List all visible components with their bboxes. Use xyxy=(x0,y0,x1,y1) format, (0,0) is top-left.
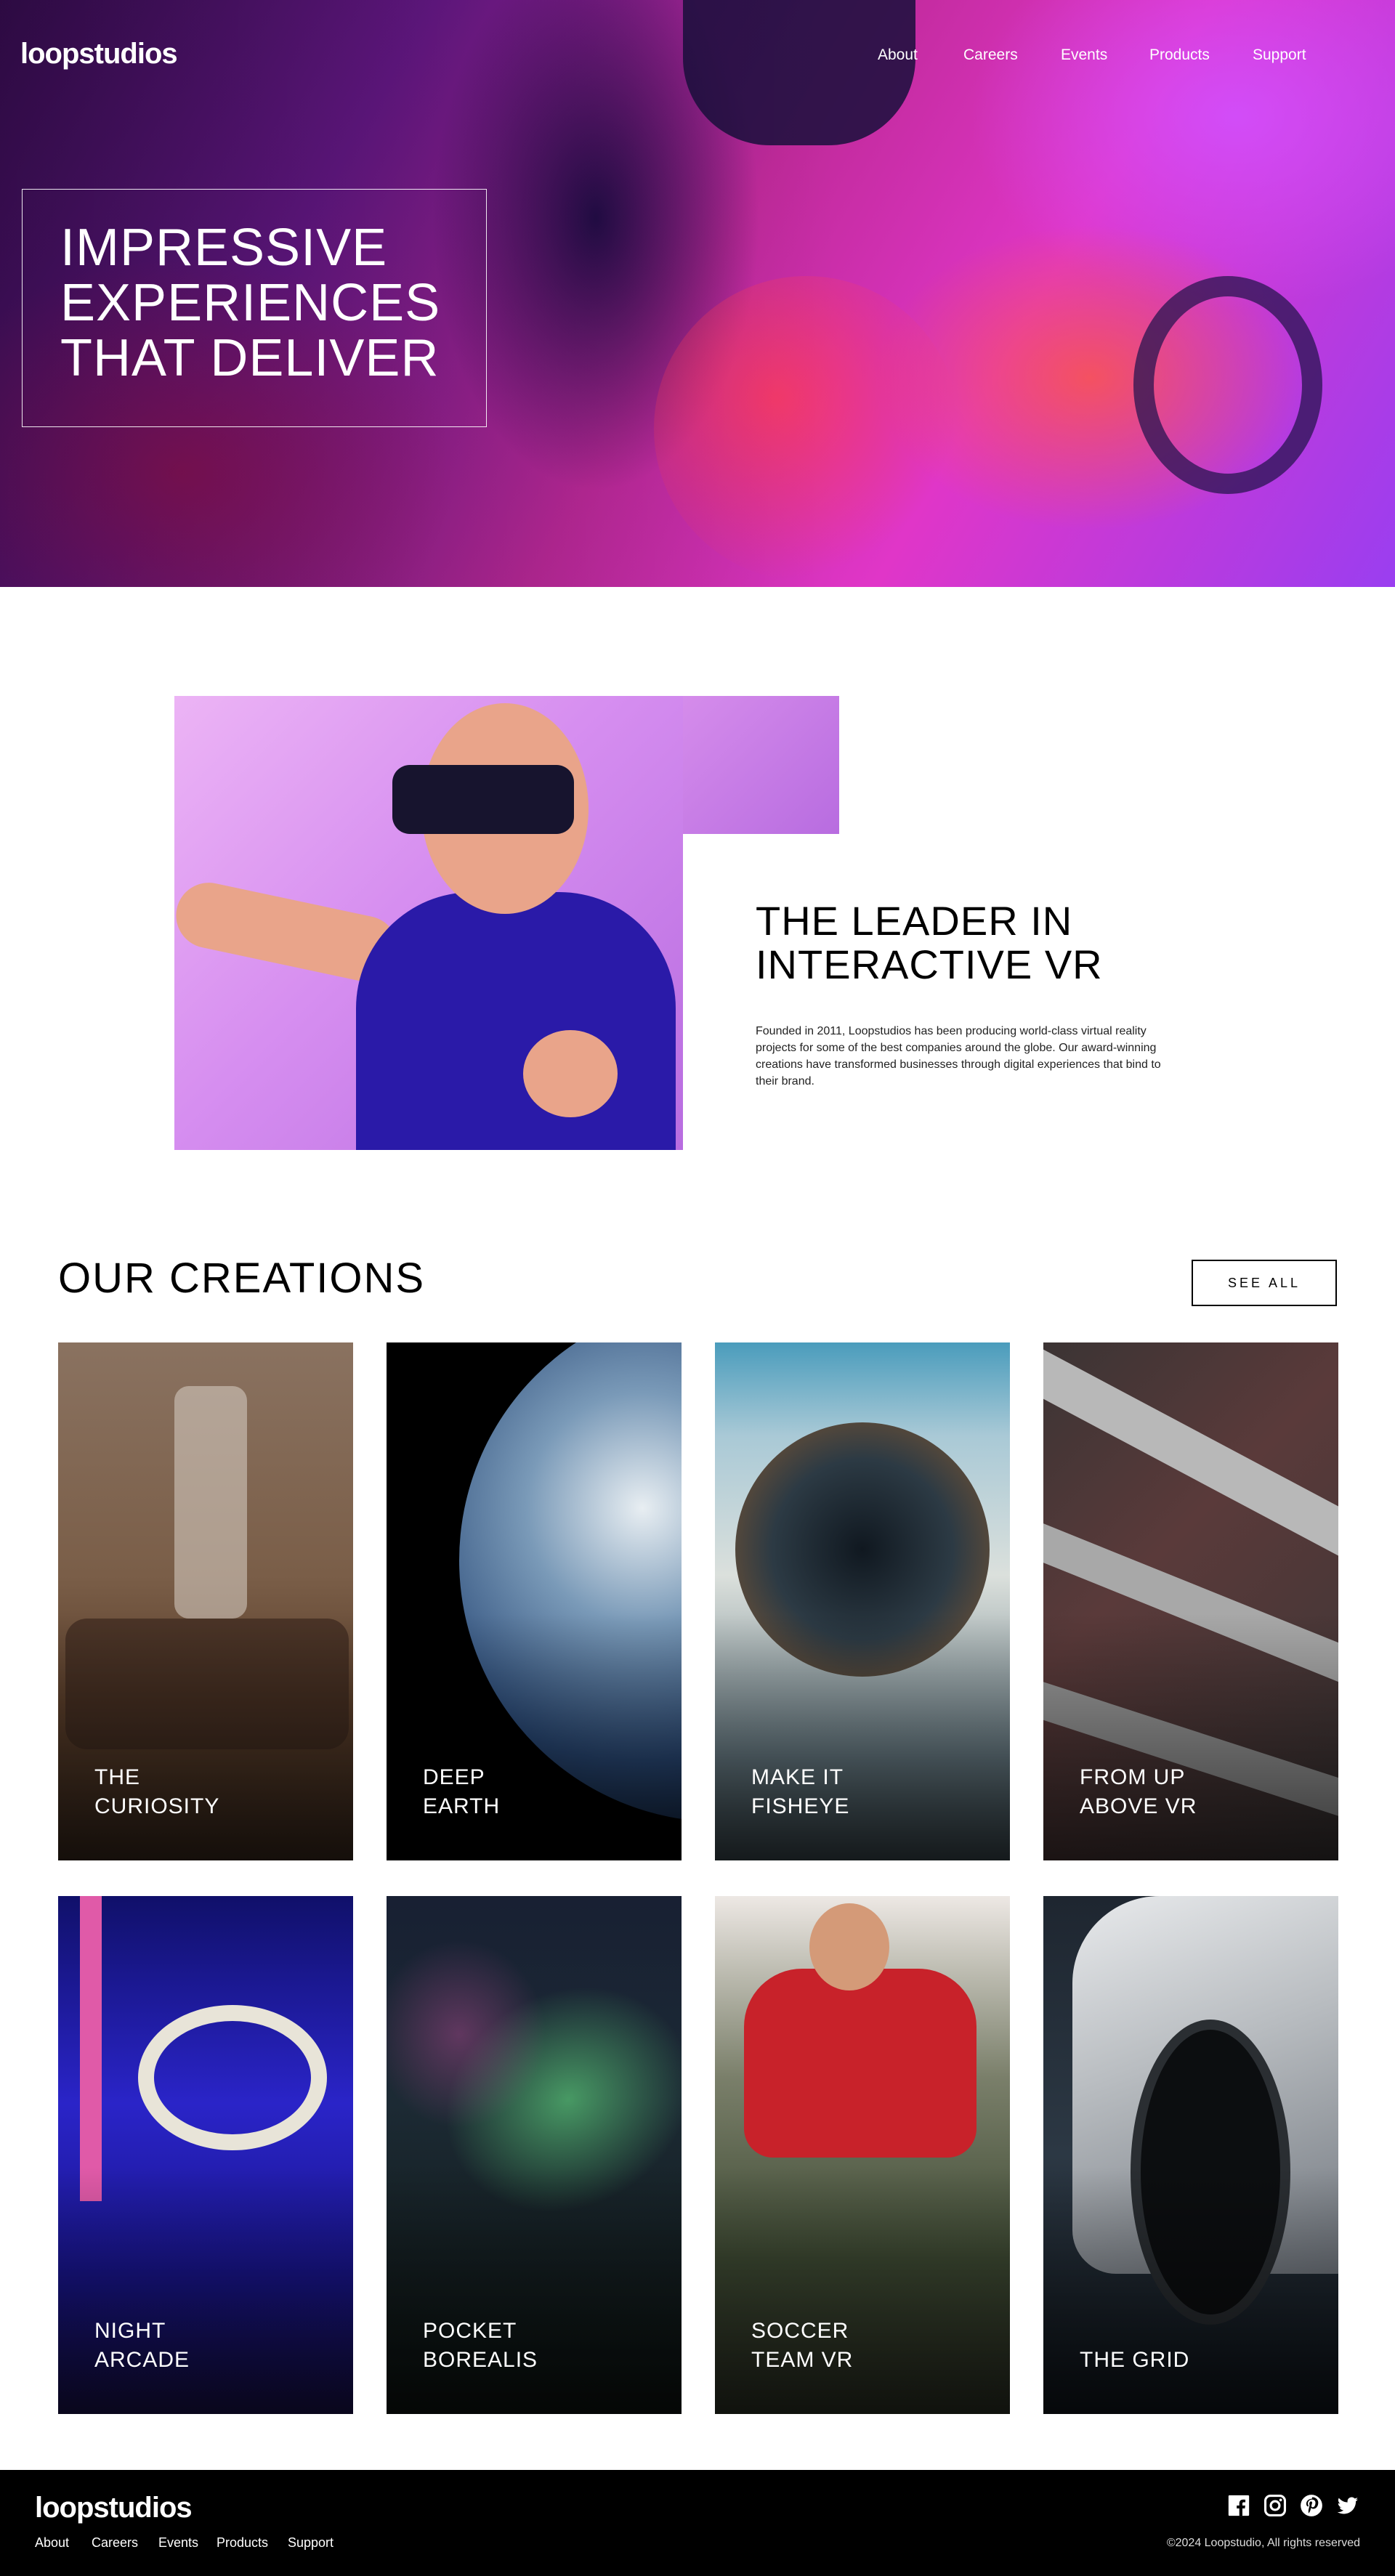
intro-title: THE LEADER IN INTERACTIVE VR xyxy=(756,899,1162,987)
image-detail xyxy=(138,2005,327,2150)
footer-logo[interactable]: loopstudios xyxy=(35,2492,193,2524)
see-all-button[interactable]: SEE ALL xyxy=(1192,1260,1337,1306)
caption-line: THE xyxy=(94,1765,140,1789)
creation-card-caption: THE GRID xyxy=(1080,2346,1312,2375)
creation-card-from-up-above[interactable]: FROM UP ABOVE VR xyxy=(1043,1342,1338,1860)
vr-headset-image-extension xyxy=(683,696,839,834)
footer: loopstudios About Careers Events Product… xyxy=(0,2470,1395,2576)
intro-title-line: THE LEADER IN xyxy=(756,898,1073,944)
image-detail xyxy=(65,1619,349,1749)
footer-nav-item-products[interactable]: Products xyxy=(217,2535,268,2551)
creation-card-caption: SOCCER TEAM VR xyxy=(751,2317,984,2375)
image-detail xyxy=(356,892,676,1150)
creation-card-soccer-team[interactable]: SOCCER TEAM VR xyxy=(715,1896,1010,2414)
image-detail xyxy=(392,765,574,834)
creation-card-caption: DEEP EARTH xyxy=(423,1763,655,1821)
image-detail xyxy=(459,1342,682,1822)
nav-item-support[interactable]: Support xyxy=(1253,46,1306,64)
caption-line: FISHEYE xyxy=(751,1794,850,1818)
image-detail xyxy=(174,1386,247,1619)
caption-line: TEAM VR xyxy=(751,2348,854,2372)
image-detail xyxy=(80,1896,102,2201)
copyright-text: ©2024 Loopstudio, All rights reserved xyxy=(1166,2537,1360,2549)
caption-line: DEEP xyxy=(423,1765,485,1789)
image-detail xyxy=(1043,1342,1338,1566)
pinterest-icon[interactable] xyxy=(1299,2493,1324,2518)
intro-text: Founded in 2011, Loopstudios has been pr… xyxy=(756,1025,1161,1087)
caption-line: FROM UP xyxy=(1080,1765,1186,1789)
creation-card-caption: MAKE IT FISHEYE xyxy=(751,1763,984,1821)
creation-card-the-grid[interactable]: THE GRID xyxy=(1043,1896,1338,2414)
footer-nav-item-events[interactable]: Events xyxy=(158,2535,198,2551)
caption-line: ARCADE xyxy=(94,2348,190,2372)
image-detail xyxy=(744,1969,976,2158)
nav-item-about[interactable]: About xyxy=(878,46,918,64)
hero-headline-line: IMPRESSIVE xyxy=(60,219,388,277)
hero-headline-line: THAT DELIVER xyxy=(60,329,440,387)
image-detail xyxy=(1043,1514,1338,1701)
image-detail xyxy=(1131,2020,1290,2325)
creations-title: OUR CREATIONS xyxy=(58,1255,426,1302)
caption-line: EARTH xyxy=(423,1794,501,1818)
creation-card-caption: THE CURIOSITY xyxy=(94,1763,327,1821)
nav-item-products[interactable]: Products xyxy=(1149,46,1210,64)
footer-nav-item-about[interactable]: About xyxy=(35,2535,69,2551)
creation-card-caption: POCKET BOREALIS xyxy=(423,2317,655,2375)
caption-line: POCKET xyxy=(423,2319,517,2343)
vr-headset-image xyxy=(174,696,683,1150)
nav-item-careers[interactable]: Careers xyxy=(963,46,1018,64)
creation-card-fisheye[interactable]: MAKE IT FISHEYE xyxy=(715,1342,1010,1860)
footer-nav-item-support[interactable]: Support xyxy=(288,2535,333,2551)
twitter-icon[interactable] xyxy=(1335,2493,1360,2518)
creation-card-deep-earth[interactable]: DEEP EARTH xyxy=(387,1342,682,1860)
facebook-icon[interactable] xyxy=(1226,2493,1251,2518)
hero-headline-box: IMPRESSIVE EXPERIENCES THAT DELIVER xyxy=(22,189,487,427)
image-detail xyxy=(809,1903,889,1990)
footer-nav-item-careers[interactable]: Careers xyxy=(92,2535,138,2551)
caption-line: SOCCER xyxy=(751,2319,849,2343)
image-detail xyxy=(735,1422,990,1677)
main-nav: About Careers Events Products Support xyxy=(668,46,1395,68)
creation-card-pocket-borealis[interactable]: POCKET BOREALIS xyxy=(387,1896,682,2414)
intro-title-line: INTERACTIVE VR xyxy=(756,941,1103,987)
caption-line: MAKE IT xyxy=(751,1765,844,1789)
creation-card-caption: FROM UP ABOVE VR xyxy=(1080,1763,1312,1821)
footer-nav: About Careers Events Products Support xyxy=(35,2535,471,2551)
hero-section: loopstudios About Careers Events Product… xyxy=(0,0,1395,587)
image-detail xyxy=(523,1030,618,1117)
caption-line: BOREALIS xyxy=(423,2348,538,2372)
caption-line: NIGHT xyxy=(94,2319,166,2343)
logo[interactable]: loopstudios xyxy=(20,38,178,70)
caption-line: THE GRID xyxy=(1080,2348,1190,2372)
instagram-icon[interactable] xyxy=(1263,2493,1287,2518)
creation-card-night-arcade[interactable]: NIGHT ARCADE xyxy=(58,1896,353,2414)
caption-line: ABOVE VR xyxy=(1080,1794,1197,1818)
creation-card-caption: NIGHT ARCADE xyxy=(94,2317,327,2375)
caption-line: CURIOSITY xyxy=(94,1794,220,1818)
nav-item-events[interactable]: Events xyxy=(1061,46,1107,64)
creation-card-curiosity[interactable]: THE CURIOSITY xyxy=(58,1342,353,1860)
hero-headline-line: EXPERIENCES xyxy=(60,274,441,332)
